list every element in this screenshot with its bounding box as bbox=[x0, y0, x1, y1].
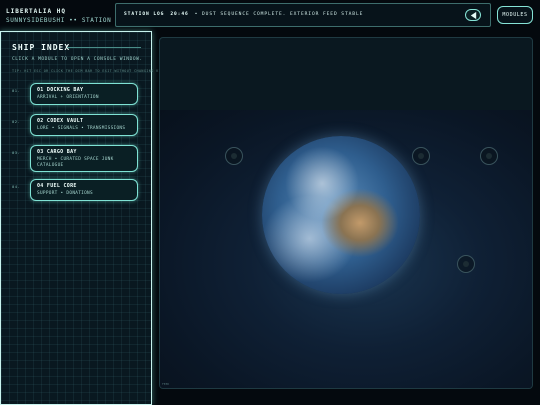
sidebar-title: SHIP INDEX bbox=[12, 43, 71, 52]
sidebar-hint: TIP: HIT ESC OR CLICK THE DIM BAR TO EXI… bbox=[12, 69, 169, 73]
top-bar: LIBERTALIA HQ SUNNYSIDEBUSHI •• STATION … bbox=[0, 0, 540, 30]
module-description: ARRIVAL + ORIENTATION bbox=[37, 95, 99, 100]
module-card-fuel-core[interactable]: 04 FUEL CORE SUPPORT • DONATIONS bbox=[30, 179, 138, 201]
module-title: 02 CODEX VAULT bbox=[37, 118, 84, 124]
exterior-viewport: FEED bbox=[159, 37, 533, 389]
modules-button[interactable]: MODULES bbox=[497, 6, 533, 24]
station-log-message: • DUST SEQUENCE COMPLETE. EXTERIOR FEED … bbox=[194, 12, 364, 17]
hotspot-ring-icon[interactable] bbox=[225, 147, 243, 165]
module-description: LORE • SIGNALS • TRANSMISSIONS bbox=[37, 126, 126, 131]
station-log-bar: STATION LOG 20:46 • DUST SEQUENCE COMPLETE… bbox=[115, 3, 491, 27]
module-description: MERCH • CURATED SPACE JUNK CATALOGUE bbox=[37, 157, 114, 168]
exterior-feed-image bbox=[160, 110, 532, 388]
planet-earth-image bbox=[262, 136, 420, 294]
station-log-time: 20:46 bbox=[170, 12, 189, 17]
station-log-label: STATION LOG bbox=[124, 12, 165, 17]
station-log-text: STATION LOG 20:46 • DUST SEQUENCE COMPLETE… bbox=[124, 12, 363, 17]
hotspot-ring-icon[interactable] bbox=[457, 255, 475, 273]
module-title: 04 FUEL CORE bbox=[37, 183, 77, 189]
module-title: 01 DOCKING BAY bbox=[37, 87, 84, 93]
sidebar-subtitle: CLICK A MODULE TO OPEN A CONSOLE WINDOW. bbox=[12, 57, 143, 62]
module-number: 02. bbox=[12, 119, 21, 124]
play-button[interactable] bbox=[465, 9, 481, 21]
module-number: 03. bbox=[12, 150, 21, 155]
module-card-cargo-bay[interactable]: 03 CARGO BAY MERCH • CURATED SPACE JUNK … bbox=[30, 145, 138, 172]
viewport-corner-label: FEED bbox=[162, 382, 170, 386]
module-number: 04. bbox=[12, 184, 21, 189]
module-card-codex-vault[interactable]: 02 CODEX VAULT LORE • SIGNALS • TRANSMIS… bbox=[30, 114, 138, 136]
ship-index-sidebar: SHIP INDEX CLICK A MODULE TO OPEN A CONS… bbox=[0, 31, 168, 405]
hotspot-ring-icon[interactable] bbox=[480, 147, 498, 165]
module-number: 01. bbox=[12, 88, 21, 93]
module-card-docking-bay[interactable]: 01 DOCKING BAY ARRIVAL + ORIENTATION bbox=[30, 83, 138, 105]
module-description: SUPPORT • DONATIONS bbox=[37, 191, 93, 196]
play-left-icon bbox=[470, 11, 477, 20]
module-title: 03 CARGO BAY bbox=[37, 149, 77, 155]
sidebar-divider bbox=[67, 47, 141, 48]
hotspot-ring-icon[interactable] bbox=[412, 147, 430, 165]
